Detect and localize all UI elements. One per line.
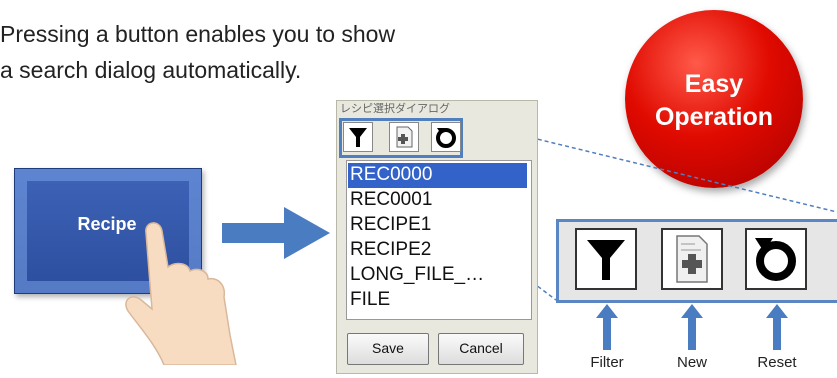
filter-icon [587,240,625,280]
filter-label: Filter [590,354,624,371]
new-label: New [676,354,707,371]
new-button[interactable] [661,228,723,290]
save-button[interactable]: Save [347,333,429,365]
reset-icon [755,238,796,281]
cancel-button[interactable]: Cancel [438,333,524,365]
list-item[interactable]: REC0001 [350,188,432,212]
filter-icon [349,128,367,147]
dialog-filter-button[interactable] [343,122,373,152]
arrow-up-icon [596,304,618,350]
list-item[interactable]: RECIPE2 [350,238,431,262]
list-item[interactable]: FILE [350,288,390,312]
new-document-icon [676,235,708,283]
reset-button[interactable] [745,228,807,290]
reset-label: Reset [757,354,797,371]
list-item[interactable]: RECIPE1 [350,213,431,237]
arrow-up-icon [766,304,788,350]
list-item[interactable]: REC0000 [350,163,432,187]
list-item[interactable]: LONG_FILE_… [350,263,484,287]
dialog-reset-button[interactable] [431,122,461,152]
reset-icon [436,128,456,148]
arrow-right-icon [222,207,330,259]
dialog-title: レシピ選択ダイアログ [340,102,450,115]
dialog-new-button[interactable] [389,122,419,152]
filter-button[interactable] [575,228,637,290]
arrow-up-icon [681,304,703,350]
new-document-icon [396,126,413,148]
